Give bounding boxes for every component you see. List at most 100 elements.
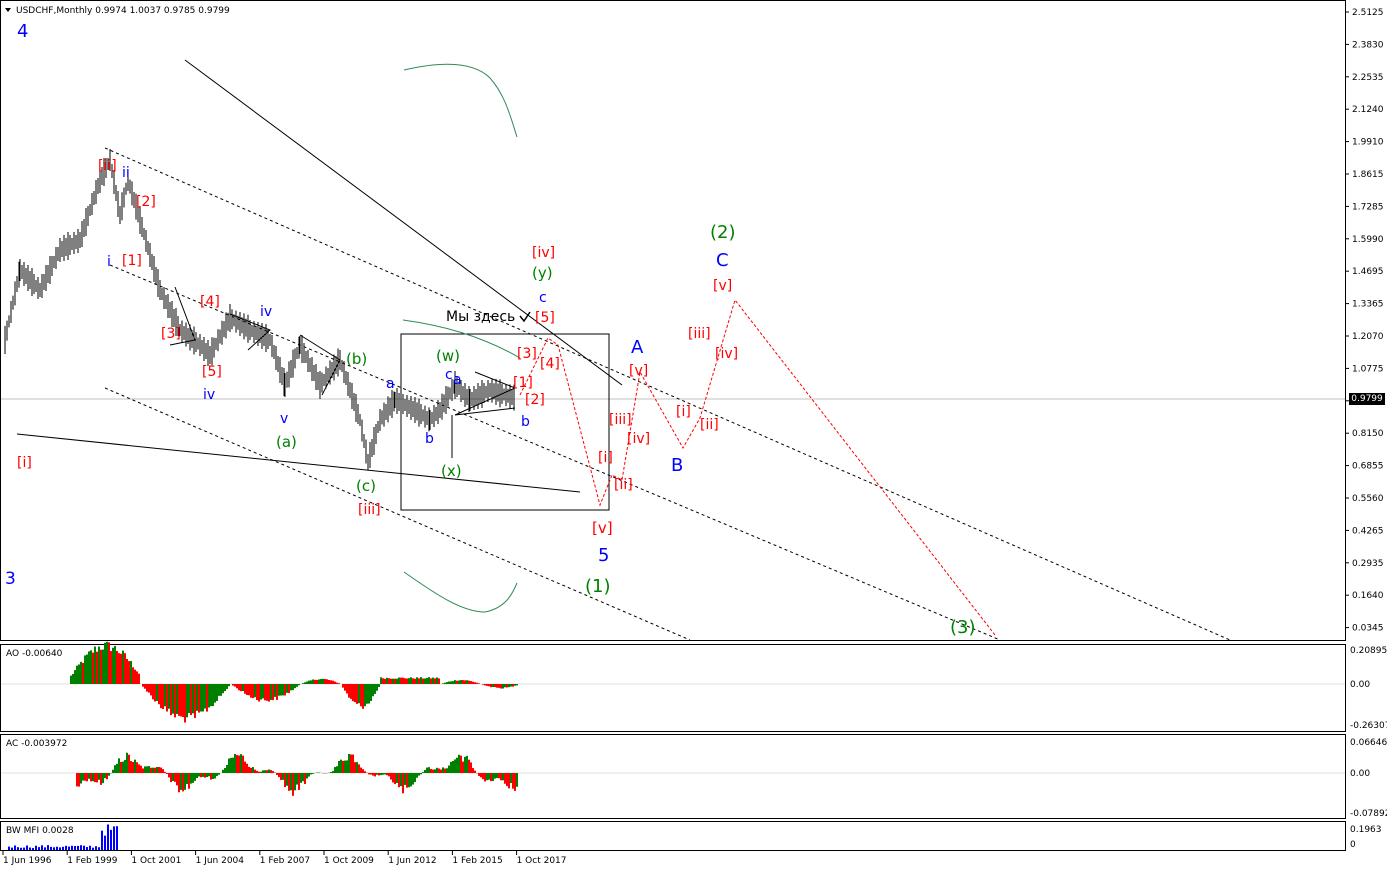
ac-bar: [438, 768, 440, 773]
ac-bar: [118, 758, 120, 773]
ao-bar: [248, 684, 250, 696]
ao-bar: [298, 684, 300, 686]
ao-bar: [330, 680, 332, 684]
ao-bar: [434, 678, 436, 684]
ao-bar: [456, 680, 458, 684]
ao-bar: [272, 684, 274, 701]
ac-bar: [456, 757, 458, 773]
ao-bar: [302, 683, 304, 684]
ac-bar: [228, 758, 230, 773]
ac-tick-bottom: -0.07892: [1350, 809, 1387, 819]
ac-bar: [424, 769, 426, 773]
ac-bar: [198, 773, 200, 777]
mfi-bar: [8, 846, 10, 850]
ac-bar: [290, 773, 292, 791]
ac-bar: [420, 773, 422, 775]
ac-bar: [444, 768, 446, 773]
mfi-bar: [35, 845, 37, 850]
ac-bar: [284, 773, 286, 788]
ao-bar: [192, 684, 194, 714]
channel-upper: [104, 147, 1231, 641]
ao-bar: [470, 681, 472, 684]
dropdown-triangle-icon[interactable]: [5, 8, 11, 12]
ac-bar: [154, 767, 156, 773]
ao-bar: [236, 684, 238, 689]
ac-bar: [272, 771, 274, 773]
wave-label: (w): [436, 347, 460, 365]
ao-bar: [430, 678, 432, 684]
wave-label: 5: [598, 545, 609, 566]
y-tick-label: 0.4265: [1352, 526, 1384, 536]
ao-bar: [256, 684, 258, 701]
ac-bar: [140, 765, 142, 773]
ac-bar: [342, 760, 344, 773]
x-tick-label: 1 Oct 2001: [131, 856, 181, 866]
ao-bar: [90, 650, 92, 684]
ao-bar: [512, 684, 514, 687]
ac-bar: [446, 768, 448, 773]
ac-bar: [216, 773, 218, 776]
chart-canvas[interactable]: USDCHF,Monthly 0.9974 1.0037 0.9785 0.97…: [0, 0, 1387, 872]
ac-bar: [158, 767, 160, 773]
ac-bar: [262, 770, 264, 773]
y-tick-label: 2.1240: [1352, 105, 1384, 115]
ao-bar: [124, 653, 126, 684]
mfi-bar: [116, 826, 118, 850]
mfi-bar: [50, 846, 52, 850]
ac-bar: [148, 766, 150, 773]
wave-label: (a): [276, 433, 297, 451]
ao-bar: [322, 678, 324, 684]
ao-bar: [502, 684, 504, 689]
ao-bar: [180, 684, 182, 717]
ac-bar: [410, 773, 412, 787]
ac-bar: [226, 764, 228, 773]
ac-bar: [120, 761, 122, 773]
ao-bar: [80, 661, 82, 684]
ao-bar: [462, 680, 464, 684]
ac-bar: [206, 773, 208, 778]
mfi-bar: [86, 847, 88, 850]
wave-label: [3]: [161, 326, 181, 342]
ac-bar: [514, 773, 516, 791]
wave-label: c: [539, 290, 547, 306]
ac-bar: [122, 761, 124, 773]
ac-tick-top: 0.066468: [1350, 738, 1387, 748]
ao-bar: [374, 684, 376, 694]
mfi-axis: 0.1963 0: [1350, 825, 1382, 850]
ac-bar: [338, 761, 340, 773]
ao-bar: [260, 684, 262, 700]
ao-bar: [304, 682, 306, 684]
ac-bar: [180, 773, 182, 790]
ac-bar: [510, 773, 512, 784]
y-tick-label: 1.2070: [1352, 332, 1384, 342]
ao-bar: [362, 684, 364, 709]
ao-bar: [324, 678, 326, 684]
ao-bar: [130, 660, 132, 684]
ao-bar: [416, 677, 418, 684]
ao-bar: [336, 682, 338, 684]
wave-label: A: [631, 337, 644, 358]
ac-bar: [268, 769, 270, 773]
ac-bar: [358, 764, 360, 773]
ao-bar: [466, 680, 468, 684]
ao-bar: [164, 684, 166, 707]
ao-bar: [76, 665, 78, 684]
ao-bar: [500, 684, 502, 689]
ao-bar: [352, 684, 354, 702]
wave-label: i: [107, 254, 111, 270]
ac-bar: [502, 773, 504, 781]
ao-bar: [224, 684, 226, 692]
ao-bar: [482, 684, 484, 685]
ao-bar: [288, 684, 290, 694]
x-axis: 1 Jun 1996 1 Feb 1999 1 Oct 2001 1 Jun 2004…: [2, 850, 567, 866]
wave-label: [3]: [517, 346, 537, 362]
ac-bar: [104, 773, 106, 779]
ao-tick-top: 0.20895: [1350, 646, 1387, 656]
ao-bar: [474, 682, 476, 684]
wave-label: [ii]: [614, 477, 633, 493]
ao-bar: [378, 684, 380, 688]
x-tick-label: 1 Oct 2009: [324, 856, 374, 866]
mfi-tick-zero: 0: [1350, 840, 1356, 850]
ao-bar: [514, 684, 516, 686]
ao-bar: [156, 684, 158, 701]
